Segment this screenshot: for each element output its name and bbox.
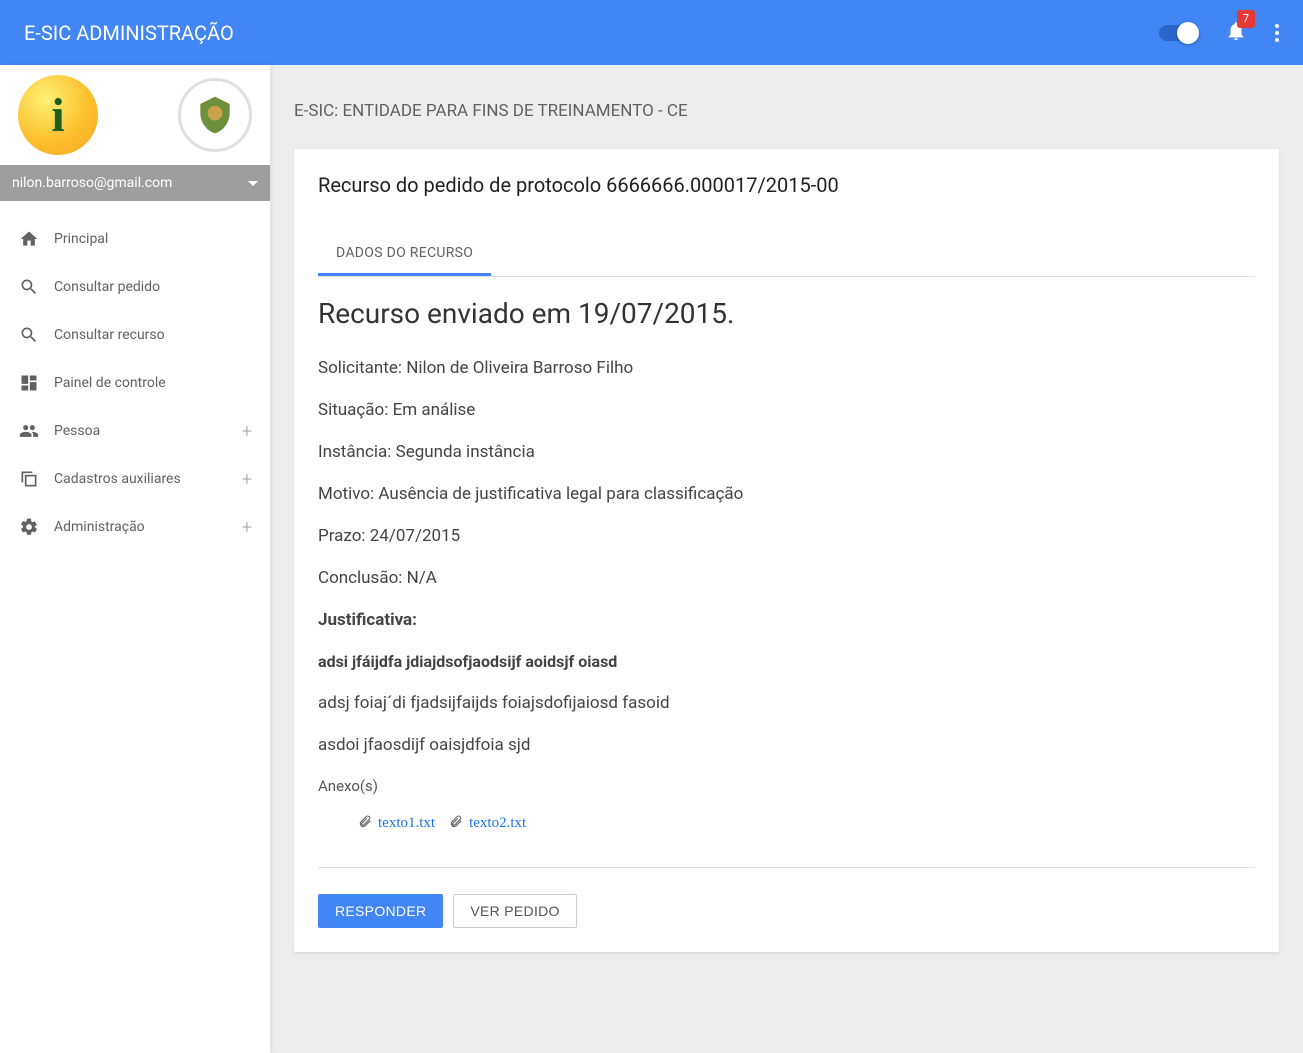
justificativa-line2: adsj foiaj´di fjadsijfaijds foiajsdofija…	[318, 693, 1255, 713]
theme-toggle[interactable]	[1159, 25, 1197, 41]
logo-area: i	[0, 65, 270, 165]
plus-icon: +	[242, 469, 252, 490]
sidebar-item-pessoa[interactable]: Pessoa +	[0, 407, 270, 455]
people-icon	[18, 421, 40, 441]
attachments: texto1.txt texto2.txt	[358, 813, 1255, 833]
copy-icon	[18, 469, 40, 489]
divider	[318, 867, 1255, 868]
detail-instancia: Instância: Segunda instância	[318, 442, 1255, 462]
notifications-button[interactable]: 7	[1225, 20, 1247, 46]
search-doc-icon	[18, 277, 40, 297]
justificativa-line1: adsi jfáijdfa jdiajdsofjaodsijf aoidsjf …	[318, 652, 1255, 671]
sidebar-item-label: Painel de controle	[54, 375, 166, 391]
attachment-link[interactable]: texto1.txt	[378, 815, 435, 832]
content-card: Recurso do pedido de protocolo 6666666.0…	[294, 149, 1279, 952]
justificativa-label: Justificativa:	[318, 610, 1255, 630]
nav: Principal Consultar pedido Consultar rec…	[0, 201, 270, 565]
sidebar-item-label: Consultar pedido	[54, 279, 160, 295]
more-menu-button[interactable]	[1275, 24, 1279, 42]
user-dropdown[interactable]: nilon.barroso@gmail.com	[0, 165, 270, 201]
sidebar: i nilon.barroso@gmail.com Principal Cons…	[0, 65, 270, 1053]
main-content: E-SIC: ENTIDADE PARA FINS DE TREINAMENTO…	[270, 65, 1303, 1053]
search-doc-icon	[18, 325, 40, 345]
attachment-item[interactable]: texto1.txt	[358, 813, 435, 833]
app-logo-icon: i	[18, 75, 98, 155]
paperclip-icon	[358, 813, 372, 833]
detail-prazo: Prazo: 24/07/2015	[318, 526, 1255, 546]
sidebar-item-label: Pessoa	[54, 423, 100, 439]
plus-icon: +	[242, 517, 252, 538]
anexos-label: Anexo(s)	[318, 777, 1255, 795]
page-context: E-SIC: ENTIDADE PARA FINS DE TREINAMENTO…	[294, 101, 1279, 121]
plus-icon: +	[242, 421, 252, 442]
app-title: E-SIC ADMINISTRAÇÃO	[24, 21, 1159, 45]
card-title: Recurso do pedido de protocolo 6666666.0…	[318, 173, 1255, 197]
sidebar-item-consultar-recurso[interactable]: Consultar recurso	[0, 311, 270, 359]
sidebar-item-label: Administração	[54, 519, 145, 535]
notification-badge: 7	[1237, 10, 1255, 28]
sidebar-item-label: Cadastros auxiliares	[54, 471, 181, 487]
tab-dados-recurso[interactable]: DADOS DO RECURSO	[318, 233, 491, 276]
sidebar-item-cadastros[interactable]: Cadastros auxiliares +	[0, 455, 270, 503]
respond-button[interactable]: RESPONDER	[318, 894, 443, 928]
user-email: nilon.barroso@gmail.com	[12, 175, 172, 191]
view-request-button[interactable]: VER PEDIDO	[453, 894, 576, 928]
tab-row: DADOS DO RECURSO	[318, 233, 1255, 277]
gear-icon	[18, 517, 40, 537]
attachment-link[interactable]: texto2.txt	[469, 815, 526, 832]
section-heading: Recurso enviado em 19/07/2015.	[318, 297, 1255, 330]
sidebar-item-label: Consultar recurso	[54, 327, 165, 343]
home-icon	[18, 229, 40, 249]
detail-conclusao: Conclusão: N/A	[318, 568, 1255, 588]
sidebar-item-principal[interactable]: Principal	[0, 215, 270, 263]
detail-motivo: Motivo: Ausência de justificativa legal …	[318, 484, 1255, 504]
justificativa-line3: asdoi jfaosdijf oaisjdfoia sjd	[318, 735, 1255, 755]
sidebar-item-painel[interactable]: Painel de controle	[0, 359, 270, 407]
agency-crest-icon	[178, 78, 252, 152]
detail-solicitante: Solicitante: Nilon de Oliveira Barroso F…	[318, 358, 1255, 378]
detail-situacao: Situação: Em análise	[318, 400, 1255, 420]
sidebar-item-consultar-pedido[interactable]: Consultar pedido	[0, 263, 270, 311]
paperclip-icon	[449, 813, 463, 833]
dashboard-icon	[18, 373, 40, 393]
sidebar-item-label: Principal	[54, 231, 108, 247]
sidebar-item-admin[interactable]: Administração +	[0, 503, 270, 551]
topbar: E-SIC ADMINISTRAÇÃO 7	[0, 0, 1303, 65]
action-bar: RESPONDER VER PEDIDO	[318, 894, 1255, 928]
attachment-item[interactable]: texto2.txt	[449, 813, 526, 833]
chevron-down-icon	[248, 181, 258, 186]
